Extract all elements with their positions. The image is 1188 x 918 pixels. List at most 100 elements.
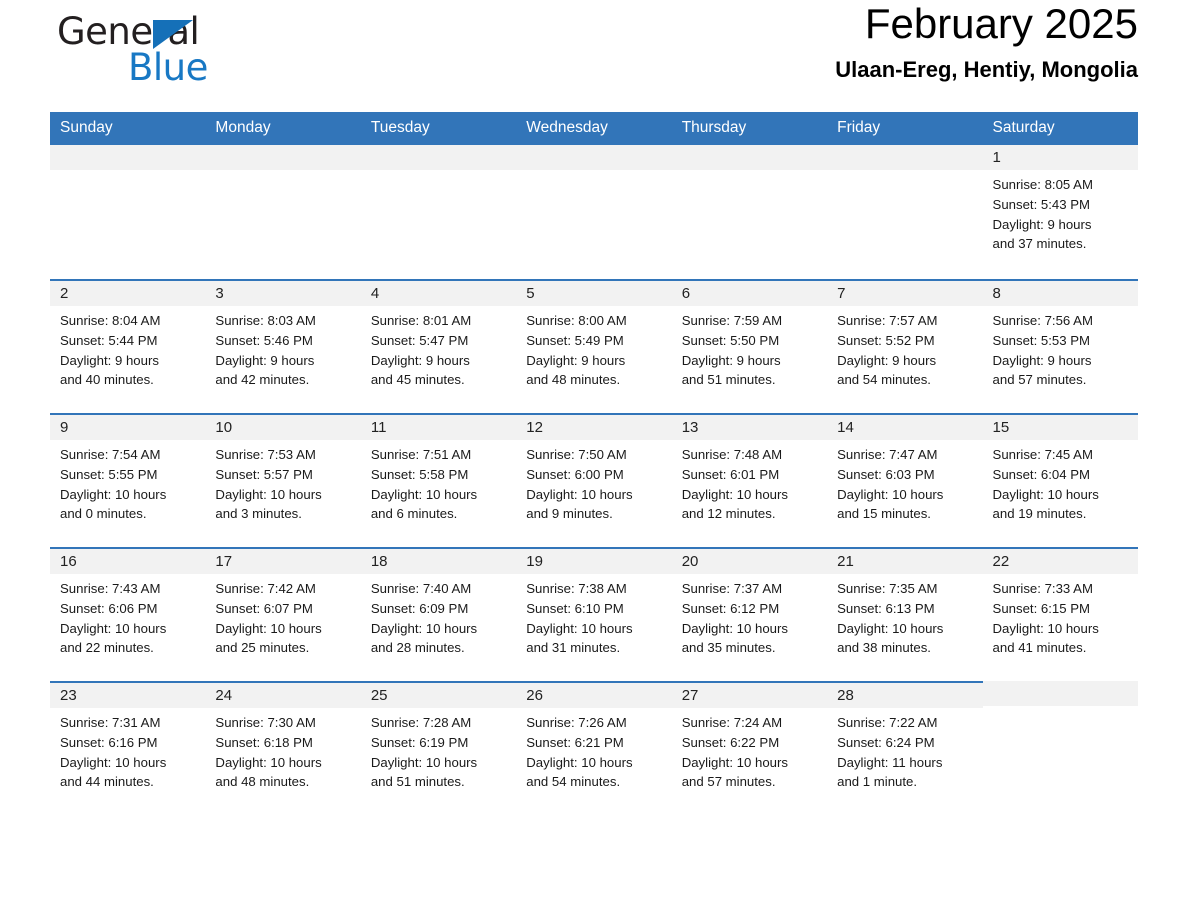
calendar-day-cell[interactable]: 18 Sunrise: 7:40 AM Sunset: 6:09 PM Dayligh… bbox=[360, 547, 517, 681]
calendar-day-cell[interactable]: 17 Sunrise: 7:42 AM Sunset: 6:07 PM Dayligh… bbox=[205, 547, 361, 681]
calendar-day-cell[interactable]: 6 Sunrise: 7:59 AM Sunset: 5:50 PM Daylight… bbox=[671, 279, 828, 413]
day-cell-body: 25 Sunrise: 7:28 AM Sunset: 6:19 PM Dayligh… bbox=[360, 681, 517, 815]
daylight-duration-line1: Daylight: 9 hours bbox=[526, 352, 626, 368]
day-sun-info: Sunrise: 7:33 AM Sunset: 6:15 PM Daylight:… bbox=[983, 574, 1138, 658]
sunset-time: Sunset: 5:58 PM bbox=[370, 466, 469, 482]
calendar-empty-cell bbox=[205, 145, 361, 279]
day-sun-info: Sunrise: 7:59 AM Sunset: 5:50 PM Daylight:… bbox=[672, 306, 827, 390]
sunrise-time: Sunrise: 7:31 AM bbox=[60, 715, 161, 730]
calendar-day-cell[interactable]: 10 Sunrise: 7:53 AM Sunset: 5:57 PM Dayligh… bbox=[205, 413, 361, 547]
day-number bbox=[671, 145, 828, 170]
daylight-duration-line1: Daylight: 10 hours bbox=[992, 620, 1099, 636]
calendar-day-cell[interactable]: 19 Sunrise: 7:38 AM Sunset: 6:10 PM Dayligh… bbox=[516, 547, 672, 681]
daylight-duration-line2: and 19 minutes. bbox=[992, 506, 1087, 522]
calendar-day-cell[interactable]: 21 Sunrise: 7:35 AM Sunset: 6:13 PM Dayligh… bbox=[827, 547, 983, 681]
day-number: 12 bbox=[516, 415, 672, 440]
weekday-header-monday: Monday bbox=[205, 112, 361, 145]
sunset-time: Sunset: 6:22 PM bbox=[681, 734, 780, 750]
day-number: 7 bbox=[827, 281, 983, 306]
day-cell-body: 17 Sunrise: 7:42 AM Sunset: 6:07 PM Dayligh… bbox=[205, 547, 361, 681]
sunset-time: Sunset: 6:00 PM bbox=[526, 466, 624, 482]
day-sun-info: Sunrise: 8:03 AM Sunset: 5:46 PM Daylight:… bbox=[205, 306, 360, 390]
calendar-day-cell[interactable]: 15 Sunrise: 7:45 AM Sunset: 6:04 PM Dayligh… bbox=[982, 413, 1138, 547]
day-cell-body bbox=[827, 145, 983, 279]
day-number: 11 bbox=[360, 415, 517, 440]
calendar-day-cell[interactable]: 5 Sunrise: 8:00 AM Sunset: 5:49 PM Daylight… bbox=[516, 279, 672, 413]
daylight-duration-line1: Daylight: 10 hours bbox=[681, 620, 788, 636]
sunset-time: Sunset: 6:12 PM bbox=[681, 600, 780, 616]
daylight-duration-line2: and 35 minutes. bbox=[681, 640, 776, 656]
daylight-duration-line2: and 41 minutes. bbox=[992, 640, 1087, 656]
calendar-day-cell[interactable]: 3 Sunrise: 8:03 AM Sunset: 5:46 PM Daylight… bbox=[205, 279, 361, 413]
sunset-time: Sunset: 5:47 PM bbox=[370, 332, 469, 348]
sunrise-time: Sunrise: 7:24 AM bbox=[681, 715, 783, 730]
daylight-duration-line2: and 9 minutes. bbox=[526, 506, 613, 522]
calendar-day-cell[interactable]: 26 Sunrise: 7:26 AM Sunset: 6:21 PM Dayligh… bbox=[516, 681, 672, 815]
day-sun-info: Sunrise: 8:00 AM Sunset: 5:49 PM Daylight:… bbox=[516, 306, 671, 390]
calendar-day-cell[interactable]: 27 Sunrise: 7:24 AM Sunset: 6:22 PM Dayligh… bbox=[671, 681, 828, 815]
daylight-duration-line1: Daylight: 10 hours bbox=[215, 754, 322, 770]
sunset-time: Sunset: 5:57 PM bbox=[215, 466, 313, 482]
sunset-time: Sunset: 6:06 PM bbox=[60, 600, 158, 616]
sunset-time: Sunset: 6:13 PM bbox=[837, 600, 935, 616]
calendar-day-cell[interactable]: 22 Sunrise: 7:33 AM Sunset: 6:15 PM Dayligh… bbox=[982, 547, 1138, 681]
sunrise-time: Sunrise: 7:48 AM bbox=[681, 447, 783, 462]
calendar-day-cell[interactable]: 14 Sunrise: 7:47 AM Sunset: 6:03 PM Dayligh… bbox=[827, 413, 983, 547]
calendar-day-cell[interactable]: 8 Sunrise: 7:56 AM Sunset: 5:53 PM Daylight… bbox=[982, 279, 1138, 413]
logo-triangle-icon bbox=[153, 20, 193, 49]
calendar-day-cell[interactable]: 4 Sunrise: 8:01 AM Sunset: 5:47 PM Daylight… bbox=[360, 279, 517, 413]
title-block: February 2025 Ulaan-Ereg, Hentiy, Mongol… bbox=[835, 0, 1138, 83]
daylight-duration-line2: and 0 minutes. bbox=[60, 506, 147, 522]
sunset-time: Sunset: 6:07 PM bbox=[215, 600, 313, 616]
page-title: February 2025 bbox=[864, 0, 1138, 47]
sunset-time: Sunset: 6:04 PM bbox=[992, 466, 1091, 482]
sunset-time: Sunset: 6:10 PM bbox=[526, 600, 624, 616]
calendar-day-cell[interactable]: 25 Sunrise: 7:28 AM Sunset: 6:19 PM Dayligh… bbox=[360, 681, 517, 815]
day-cell-body: 15 Sunrise: 7:45 AM Sunset: 6:04 PM Dayligh… bbox=[982, 413, 1138, 547]
calendar-day-cell[interactable]: 13 Sunrise: 7:48 AM Sunset: 6:01 PM Dayligh… bbox=[671, 413, 828, 547]
weekday-header-sunday: Sunday bbox=[50, 112, 206, 145]
sunrise-time: Sunrise: 7:57 AM bbox=[837, 313, 938, 328]
day-sun-info: Sunrise: 7:22 AM Sunset: 6:24 PM Daylight:… bbox=[827, 708, 982, 792]
calendar-day-cell[interactable]: 2 Sunrise: 8:04 AM Sunset: 5:44 PM Daylight… bbox=[50, 279, 206, 413]
daylight-duration-line2: and 31 minutes. bbox=[526, 640, 621, 656]
sunset-time: Sunset: 5:50 PM bbox=[681, 332, 780, 348]
calendar-day-cell[interactable]: 24 Sunrise: 7:30 AM Sunset: 6:18 PM Dayligh… bbox=[205, 681, 361, 815]
daylight-duration-line2: and 44 minutes. bbox=[60, 774, 154, 790]
daylight-duration-line1: Daylight: 9 hours bbox=[681, 352, 781, 368]
day-cell-body: 12 Sunrise: 7:50 AM Sunset: 6:00 PM Dayligh… bbox=[516, 413, 672, 547]
day-number bbox=[516, 145, 672, 170]
day-cell-body: 26 Sunrise: 7:26 AM Sunset: 6:21 PM Dayligh… bbox=[516, 681, 672, 815]
page-header: General Blue February 2025 Ulaan-Ereg, H… bbox=[50, 0, 1138, 112]
calendar-week-row: 9 Sunrise: 7:54 AM Sunset: 5:55 PM Daylight… bbox=[50, 413, 1138, 547]
calendar-day-cell[interactable]: 20 Sunrise: 7:37 AM Sunset: 6:12 PM Dayligh… bbox=[671, 547, 828, 681]
day-number: 4 bbox=[360, 281, 517, 306]
day-cell-body bbox=[205, 145, 361, 279]
daylight-duration-line2: and 37 minutes. bbox=[992, 236, 1087, 252]
calendar-week-row: 16 Sunrise: 7:43 AM Sunset: 6:06 PM Dayligh… bbox=[50, 547, 1138, 681]
calendar-day-cell[interactable]: 16 Sunrise: 7:43 AM Sunset: 6:06 PM Dayligh… bbox=[50, 547, 206, 681]
day-number: 24 bbox=[205, 683, 361, 708]
daylight-duration-line1: Daylight: 10 hours bbox=[215, 486, 322, 502]
sunrise-time: Sunrise: 7:53 AM bbox=[215, 447, 316, 462]
calendar-day-cell[interactable]: 11 Sunrise: 7:51 AM Sunset: 5:58 PM Dayligh… bbox=[360, 413, 517, 547]
day-sun-info: Sunrise: 7:24 AM Sunset: 6:22 PM Daylight:… bbox=[672, 708, 827, 792]
calendar-day-cell[interactable]: 1 Sunrise: 8:05 AM Sunset: 5:43 PM Daylight… bbox=[982, 145, 1138, 279]
calendar-day-cell[interactable]: 7 Sunrise: 7:57 AM Sunset: 5:52 PM Daylight… bbox=[827, 279, 983, 413]
sunrise-time: Sunrise: 7:42 AM bbox=[215, 581, 316, 596]
day-number: 27 bbox=[671, 683, 828, 708]
sunrise-time: Sunrise: 7:43 AM bbox=[60, 581, 161, 596]
general-blue-logo[interactable]: General Blue bbox=[50, 10, 310, 90]
daylight-duration-line2: and 38 minutes. bbox=[837, 640, 931, 656]
calendar-day-cell[interactable]: 28 Sunrise: 7:22 AM Sunset: 6:24 PM Dayligh… bbox=[827, 681, 983, 815]
sunrise-time: Sunrise: 7:51 AM bbox=[370, 447, 472, 462]
day-sun-info: Sunrise: 7:47 AM Sunset: 6:03 PM Daylight:… bbox=[827, 440, 982, 524]
day-cell-body: 18 Sunrise: 7:40 AM Sunset: 6:09 PM Dayligh… bbox=[360, 547, 517, 681]
daylight-duration-line1: Daylight: 10 hours bbox=[992, 486, 1099, 502]
day-number: 5 bbox=[516, 281, 672, 306]
calendar-day-cell[interactable]: 23 Sunrise: 7:31 AM Sunset: 6:16 PM Dayligh… bbox=[50, 681, 206, 815]
day-cell-body: 8 Sunrise: 7:56 AM Sunset: 5:53 PM Daylight… bbox=[982, 279, 1138, 413]
calendar-day-cell[interactable]: 9 Sunrise: 7:54 AM Sunset: 5:55 PM Daylight… bbox=[50, 413, 206, 547]
calendar-day-cell[interactable]: 12 Sunrise: 7:50 AM Sunset: 6:00 PM Dayligh… bbox=[516, 413, 672, 547]
calendar-empty-cell bbox=[671, 145, 828, 279]
